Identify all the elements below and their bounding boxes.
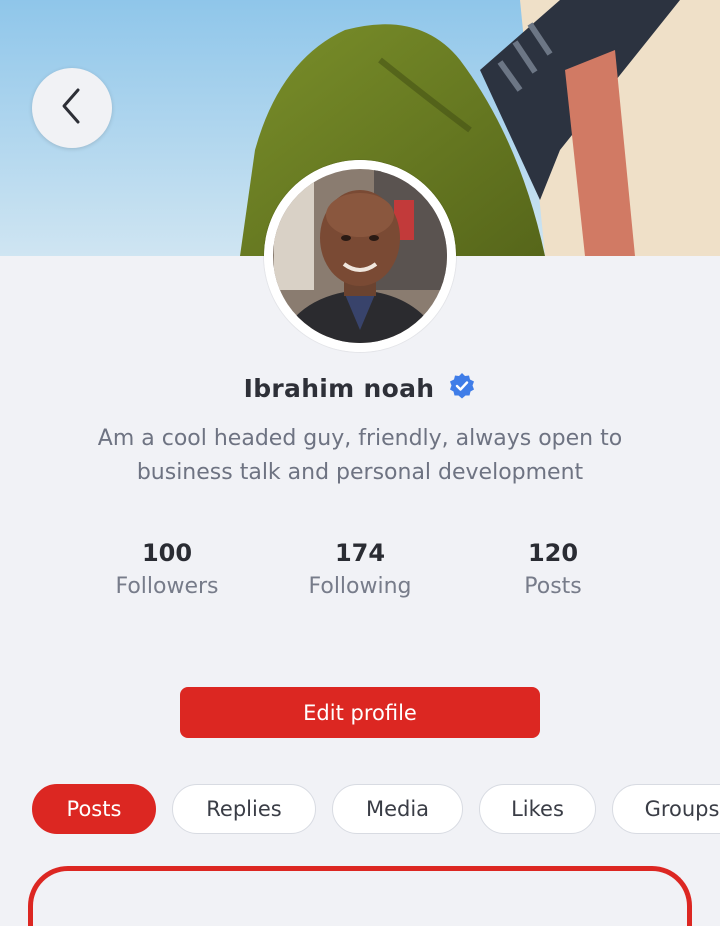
tab-likes[interactable]: Likes	[479, 784, 596, 834]
stat-value: 100	[141, 539, 193, 567]
back-button[interactable]	[32, 68, 112, 148]
stat-followers[interactable]: 100 Followers	[72, 536, 262, 612]
post-card[interactable]	[28, 866, 692, 926]
stat-value: 174	[334, 539, 386, 567]
stat-label: Followers	[115, 574, 219, 599]
stat-following[interactable]: 174 Following	[265, 536, 455, 612]
tab-posts[interactable]: Posts	[32, 784, 156, 834]
tab-media[interactable]: Media	[332, 784, 463, 834]
stat-value: 120	[527, 539, 579, 567]
profile-stats: 100 Followers 174 Following 120 Posts	[72, 536, 648, 612]
stat-label: Following	[308, 574, 412, 599]
tab-replies[interactable]: Replies	[172, 784, 316, 834]
profile-tabs: Posts Replies Media Likes Groups	[32, 784, 720, 836]
tab-groups[interactable]: Groups	[612, 784, 720, 834]
profile-bio: Am a cool headed guy, friendly, always o…	[97, 426, 623, 485]
verified-badge-icon	[448, 372, 476, 404]
profile-name: Ibrahim noah	[243, 373, 435, 403]
profile-name-row: Ibrahim noah	[0, 368, 720, 408]
edit-profile-button[interactable]: Edit profile	[180, 687, 540, 738]
stat-posts[interactable]: 120 Posts	[458, 536, 648, 612]
avatar[interactable]	[264, 160, 456, 352]
chevron-left-icon	[58, 86, 86, 130]
stat-label: Posts	[524, 574, 582, 599]
